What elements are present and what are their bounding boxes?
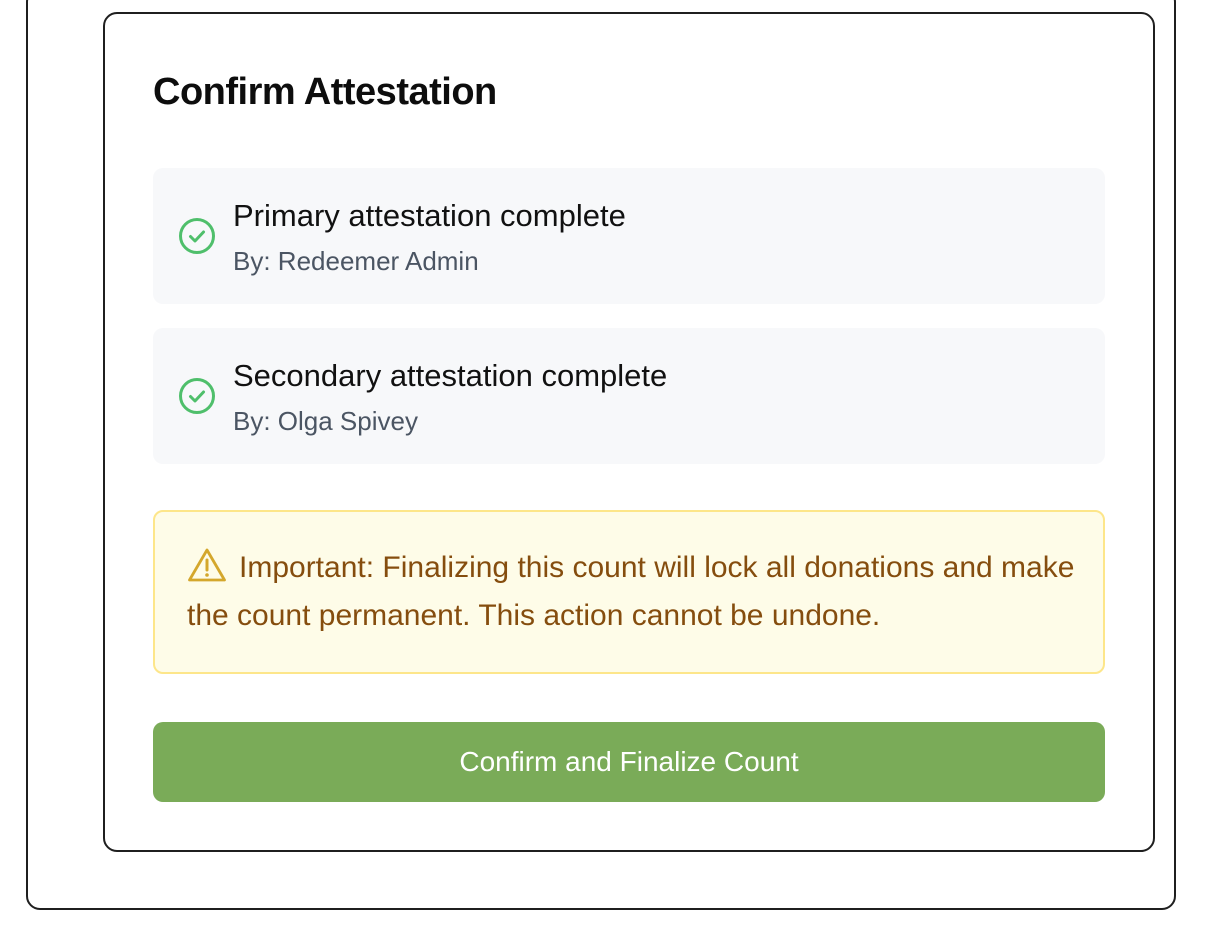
warning-triangle-icon bbox=[188, 548, 226, 582]
secondary-attestation-title: Secondary attestation complete bbox=[233, 358, 668, 393]
primary-attestation-by: By: Redeemer Admin bbox=[233, 246, 479, 276]
primary-attestation-title: Primary attestation complete bbox=[233, 198, 626, 233]
warning-text: Important: Finalizing this count will lo… bbox=[187, 551, 1075, 632]
finalize-warning: Important: Finalizing this count will lo… bbox=[153, 510, 1105, 674]
check-circle-icon bbox=[179, 378, 215, 414]
outer-panel: Confirm Attestation Primary attestation … bbox=[26, 0, 1176, 910]
secondary-attestation-by: By: Olga Spivey bbox=[233, 406, 418, 436]
warning-message: Important: Finalizing this count will lo… bbox=[187, 544, 1077, 640]
primary-attestation-card: Primary attestation complete By: Redeeme… bbox=[153, 168, 1105, 304]
confirm-attestation-dialog: Confirm Attestation Primary attestation … bbox=[103, 12, 1155, 852]
dialog-title: Confirm Attestation bbox=[153, 71, 497, 113]
secondary-attestation-card: Secondary attestation complete By: Olga … bbox=[153, 328, 1105, 464]
confirm-finalize-button[interactable]: Confirm and Finalize Count bbox=[153, 722, 1105, 802]
check-circle-icon bbox=[179, 218, 215, 254]
